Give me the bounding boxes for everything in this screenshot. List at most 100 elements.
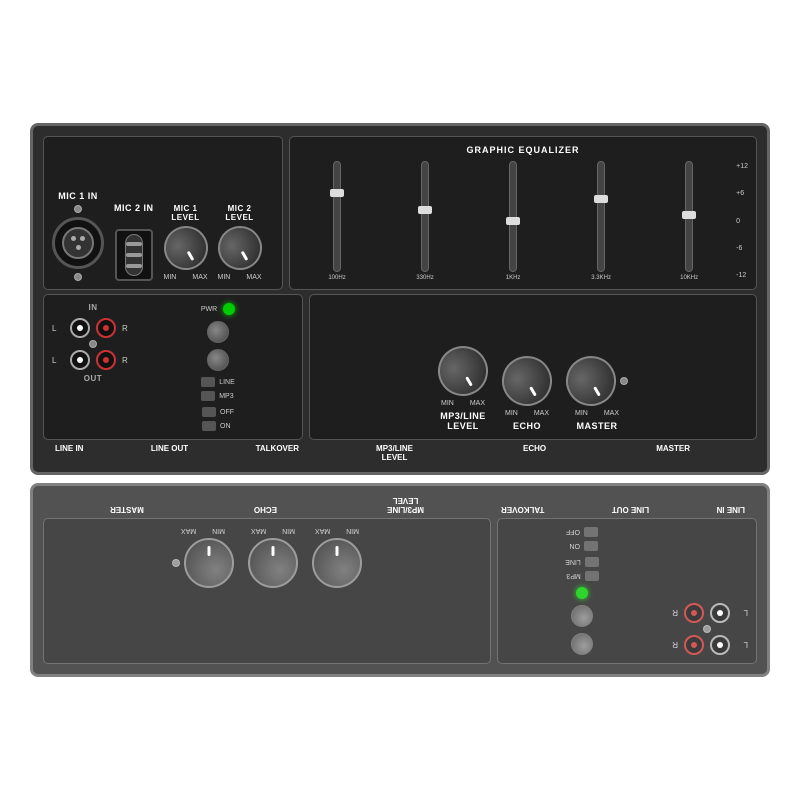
reflected-knob3: MIN MAX (172, 527, 234, 588)
trs-ring (126, 242, 142, 246)
eq-scale-zero: 0 (736, 218, 748, 225)
eq-sliders-container: 100Hz 330Hz (298, 161, 728, 281)
reflected-switches: MP3 LINE (565, 557, 599, 581)
mp3-level-knob[interactable] (429, 337, 497, 405)
eq-slider-handle[interactable] (594, 195, 608, 203)
reflected-talkover-label: TALKOVER (501, 496, 544, 514)
min-label: MIN (164, 274, 177, 281)
rca-l-label: L (52, 324, 64, 333)
eq-band-330hz: 330Hz (386, 161, 464, 281)
reflected-switch-off (584, 527, 598, 537)
master-screw (620, 377, 628, 385)
eq-slider-track[interactable] (685, 161, 693, 272)
reflected-master-label: MASTER (110, 496, 144, 514)
mic1-level-knob[interactable] (155, 218, 215, 278)
reflected-knob-master (184, 538, 234, 588)
max-label: MAX (604, 410, 619, 417)
switch-group-2: OFF ON (202, 407, 234, 431)
switch-mp3-icon[interactable] (201, 391, 215, 401)
reflected-switches2: ON OFF (566, 527, 598, 551)
line-label: LINE (219, 379, 235, 386)
mic2-input-col: MIC 2 IN (114, 203, 154, 281)
reflected-knob-echo (248, 538, 298, 588)
reflected-knob2: MIN MAX (248, 527, 298, 588)
max-label: MAX (534, 410, 549, 417)
switch-off-icon[interactable] (202, 407, 216, 417)
pwr-label: PWR (201, 306, 217, 313)
eq-freq-1khz: 1KHz (506, 275, 521, 281)
xlr-pin (80, 236, 85, 241)
echo-bottom-label: ECHO (523, 444, 546, 462)
switch-on-icon[interactable] (202, 421, 216, 431)
reflected-switch-icon (585, 571, 599, 581)
line-talkover-section: IN L R L R (43, 294, 303, 440)
rca-jack-red-l[interactable] (96, 318, 116, 338)
reflected-knob-mp3 (312, 538, 362, 588)
mic1-input-col: MIC 1 IN (52, 191, 104, 281)
talkover-section: PWR LINE MP3 (142, 303, 294, 431)
line-in-row: L R (52, 318, 134, 338)
trs-jack[interactable] (115, 229, 153, 281)
out-label: OUT (84, 374, 102, 383)
reflected-line-out-label: LINE OUT (612, 496, 649, 514)
rca-jack-white-l[interactable] (70, 318, 90, 338)
reflected-rca-jack2 (710, 603, 730, 623)
reflected-mp3-label: MP3/LINELEVEL (387, 496, 424, 514)
eq-slider-track[interactable] (509, 161, 517, 272)
rca-jack-white-l2[interactable] (70, 350, 90, 370)
reflected-btn2 (571, 605, 593, 627)
trs-ring (126, 253, 142, 257)
mic2-level-label: MIC 2 LEVEL (225, 204, 253, 222)
echo-knob-group: MIN MAX ECHO (502, 356, 552, 431)
xlr-pin (71, 236, 76, 241)
reflected-pwr (576, 587, 588, 599)
reflected-line-talkover: L R L R (497, 518, 757, 664)
mic1-label: MIC 1 IN (58, 191, 98, 201)
mic2-level-knob[interactable] (209, 218, 269, 278)
reflected-switch-on (584, 541, 598, 551)
master-label: MASTER (577, 421, 618, 431)
mp3-line-bottom-label: MP3/LINELEVEL (376, 444, 413, 462)
eq-section: GRAPHIC EQUALIZER 100Hz (289, 136, 757, 290)
switch-line-icon[interactable] (201, 377, 215, 387)
talkover-bottom-label: TALKOVER (256, 444, 299, 462)
switch-row-line: LINE (201, 377, 235, 387)
screw-mid (89, 340, 97, 348)
eq-scale-plus12: +12 (736, 163, 748, 170)
reflected-line-in-label: LINE IN (717, 496, 745, 514)
master-knob[interactable] (557, 347, 625, 415)
eq-slider-handle[interactable] (506, 217, 520, 225)
eq-scale-minus12: -12 (736, 272, 748, 279)
talkover-btn-1[interactable] (207, 321, 229, 343)
echo-knob[interactable] (493, 347, 561, 415)
eq-slider-handle[interactable] (418, 206, 432, 214)
xlr-inner (62, 227, 94, 259)
rca-jack-red-l2[interactable] (96, 350, 116, 370)
controls-section: MIN MAX MP3/LINE LEVEL MIN MAX ECHO (309, 294, 757, 440)
master-knob-labels: MIN MAX (575, 410, 619, 417)
eq-slider-track[interactable] (597, 161, 605, 272)
min-label: MIN (218, 274, 231, 281)
in-label: IN (89, 303, 98, 312)
mic2-knob-labels: MIN MAX (218, 274, 262, 281)
mic1-knob-labels: MIN MAX (164, 274, 208, 281)
eq-slider-handle[interactable] (682, 211, 696, 219)
rca-l-label2: L (52, 356, 64, 365)
on-label: ON (220, 423, 231, 430)
reflected-echo-label: ECHO (254, 496, 277, 514)
mic2-level-col: MIC 2 LEVEL MIN MAX (218, 204, 262, 281)
eq-slider-handle[interactable] (330, 189, 344, 197)
reflected-rca-jack-red2 (684, 603, 704, 623)
max-label: MAX (470, 400, 485, 407)
talkover-btn-2[interactable] (207, 349, 229, 371)
rca-r-label: R (122, 324, 134, 333)
switch-row-on: ON (202, 421, 231, 431)
echo-label: ECHO (513, 421, 541, 431)
mp3-knob-labels: MIN MAX (441, 400, 485, 407)
xlr-jack[interactable] (52, 217, 104, 269)
screw-bottom (74, 273, 82, 281)
reflected-rca-row2: L R (666, 603, 748, 623)
eq-slider-track[interactable] (333, 161, 341, 272)
eq-slider-track[interactable] (421, 161, 429, 272)
eq-scale-plus6: +6 (736, 190, 748, 197)
